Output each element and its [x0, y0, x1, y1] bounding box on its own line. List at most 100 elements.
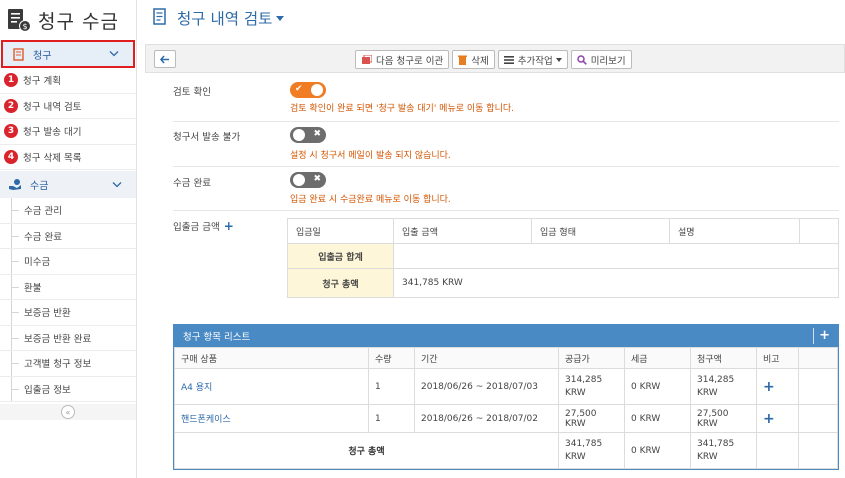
- svg-text:$: $: [22, 22, 27, 31]
- sidebar-item-label: 청구 내역 검토: [23, 101, 82, 113]
- panel-header: 청구 항목 리스트 +: [174, 325, 838, 347]
- empty-cell: [798, 404, 838, 433]
- trash-icon: [458, 55, 468, 65]
- caret-down-icon: [555, 54, 562, 65]
- step-badge: 3: [4, 124, 18, 139]
- sidebar-item-label: 보증금 반환 완료: [24, 333, 92, 345]
- check-icon: ✔: [295, 84, 303, 94]
- sidebar-section-label: 청구: [33, 50, 52, 62]
- empty-cell: [798, 368, 838, 405]
- payment-sum-label: 입출금 합계: [287, 243, 394, 269]
- sidebar-item-refund[interactable]: 환불: [0, 274, 136, 300]
- table-row: 입출금 합계: [287, 243, 839, 269]
- main-content: 청구 내역 검토 다음 청구로 이관 삭제 추가작업 미리보기 검토 확인 ✔ …: [145, 0, 845, 478]
- move-to-next-billing-button[interactable]: 다음 청구로 이관: [355, 50, 450, 69]
- sidebar-item-billing-plan[interactable]: 1 청구 계획: [0, 68, 136, 94]
- chevron-down-icon: [112, 179, 122, 190]
- tree-connector: [8, 376, 22, 402]
- x-icon: ✖: [313, 129, 321, 139]
- add-note-plus-icon[interactable]: +: [756, 368, 799, 405]
- add-note-plus-icon[interactable]: +: [756, 404, 799, 433]
- action-toolbar: 다음 청구로 이관 삭제 추가작업 미리보기: [145, 44, 845, 73]
- product-link[interactable]: 핸드폰케이스: [174, 404, 369, 433]
- back-button[interactable]: [154, 50, 176, 68]
- sidebar-item-customer-billing[interactable]: 고객별 청구 정보: [0, 351, 136, 377]
- field-label: 청구서 발송 불가: [173, 132, 241, 143]
- add-payment-plus-icon[interactable]: +: [224, 219, 234, 233]
- sidebar-item-label: 입출금 정보: [24, 384, 71, 396]
- payments-table: 입금일 입출 금액 입금 형태 설명 입출금 합계 청구 총액 341,785 …: [287, 218, 839, 298]
- collapse-sidebar-button[interactable]: «: [61, 405, 75, 419]
- column-header: 공급가: [558, 347, 625, 369]
- field-label: 검토 확인: [173, 87, 211, 98]
- charge-cell: 314,285 KRW: [690, 368, 757, 405]
- sidebar-item-transactions[interactable]: 입출금 정보: [0, 376, 136, 402]
- sidebar-item-label: 수금 완료: [24, 231, 62, 243]
- sidebar-item-label: 청구 삭제 목록: [23, 152, 82, 164]
- title-dropdown-caret-icon[interactable]: [276, 13, 285, 24]
- empty-cell: [798, 432, 838, 469]
- sidebar-section-label: 수금: [30, 181, 49, 192]
- arrow-left-icon: [160, 55, 169, 63]
- review-check-row: 검토 확인 ✔ 검토 확인이 완료 되면 '청구 발송 대기' 메뉴로 이동 합…: [173, 82, 839, 122]
- sidebar-item-label: 미수금: [24, 257, 51, 269]
- table-header-row: 입금일 입출 금액 입금 형태 설명: [287, 218, 839, 244]
- tree-connector: [8, 325, 22, 351]
- sidebar-item-billing-deleted[interactable]: 4 청구 삭제 목록: [0, 145, 136, 170]
- empty-cell: [756, 432, 799, 469]
- sidebar-item-label: 고객별 청구 정보: [24, 359, 92, 371]
- tree-connector: [8, 274, 22, 300]
- button-label: 삭제: [471, 55, 489, 67]
- button-label: 추가작업: [517, 55, 553, 67]
- tree-connector: [8, 351, 22, 376]
- column-header-empty: [799, 218, 839, 244]
- column-header: 수량: [368, 347, 415, 369]
- review-check-toggle[interactable]: ✔: [290, 82, 326, 98]
- sidebar-section-collection[interactable]: 수금: [0, 171, 136, 198]
- product-link[interactable]: A4 용지: [174, 368, 369, 405]
- billing-items-panel: 청구 항목 리스트 + 구매 상품 수량 기간 공급가 세금 청구액 비고 A4…: [173, 324, 839, 470]
- sidebar-item-collection-done[interactable]: 수금 완료: [0, 223, 136, 249]
- field-label: 입출금 금액: [173, 222, 220, 233]
- sidebar-item-receivables[interactable]: 미수금: [0, 249, 136, 275]
- column-header: 설명: [669, 218, 800, 244]
- more-actions-dropdown[interactable]: 추가작업: [497, 50, 568, 69]
- payments-label: 입출금 금액 +: [173, 219, 234, 233]
- no-send-row: 청구서 발송 불가 ✖ 설정 시 청구서 메일이 발송 되지 않습니다.: [173, 127, 839, 167]
- delete-button[interactable]: 삭제: [452, 50, 495, 69]
- qty-cell: 1: [368, 368, 415, 405]
- column-header: 비고: [756, 347, 799, 369]
- sidebar-item-billing-review[interactable]: 2 청구 내역 검토: [0, 94, 136, 119]
- toggle-knob: [293, 129, 305, 141]
- billing-total-label: 청구 총액: [287, 268, 394, 298]
- payment-sum-value: [393, 243, 839, 269]
- button-label: 다음 청구로 이관: [376, 55, 444, 67]
- field-hint: 입금 완료 시 수금완료 메뉴로 이동 합니다.: [290, 195, 451, 205]
- tax-cell: 0 KRW: [624, 404, 691, 433]
- sidebar-item-label: 수금 관리: [24, 206, 62, 218]
- no-send-toggle[interactable]: ✖: [290, 127, 326, 143]
- toggle-knob: [293, 174, 305, 186]
- table-total-row: 청구 총액 341,785 KRW 0 KRW 341,785 KRW: [174, 432, 838, 469]
- tax-cell: 0 KRW: [624, 368, 691, 405]
- sidebar-section-billing[interactable]: 청구: [1, 40, 135, 68]
- divider: [813, 328, 814, 344]
- table-row: A4 용지 1 2018/06/26 ~ 2018/07/03 314,285 …: [174, 368, 838, 405]
- total-tax-cell: 0 KRW: [624, 432, 691, 469]
- sidebar-item-billing-pending[interactable]: 3 청구 발송 대기: [0, 119, 136, 145]
- total-supply-cell: 341,785 KRW: [558, 432, 625, 469]
- transfer-icon: [361, 54, 372, 65]
- period-cell: 2018/06/26 ~ 2018/07/03: [414, 368, 559, 405]
- panel-title: 청구 항목 리스트: [183, 332, 251, 343]
- sidebar-item-label: 환불: [24, 282, 42, 294]
- sidebar-item-deposit-return[interactable]: 보증금 반환: [0, 300, 136, 326]
- collection-done-toggle[interactable]: ✖: [290, 172, 326, 188]
- preview-button[interactable]: 미리보기: [570, 50, 632, 69]
- sidebar-item-collection-manage[interactable]: 수금 관리: [0, 198, 136, 224]
- tree-connector: [8, 223, 22, 249]
- table-row: 핸드폰케이스 1 2018/06/26 ~ 2018/07/02 27,500 …: [174, 404, 838, 433]
- sidebar-item-deposit-return-done[interactable]: 보증금 반환 완료: [0, 325, 136, 351]
- supply-cell: 314,285 KRW: [558, 368, 625, 405]
- add-item-plus-icon[interactable]: +: [819, 328, 830, 343]
- search-icon: [576, 54, 587, 65]
